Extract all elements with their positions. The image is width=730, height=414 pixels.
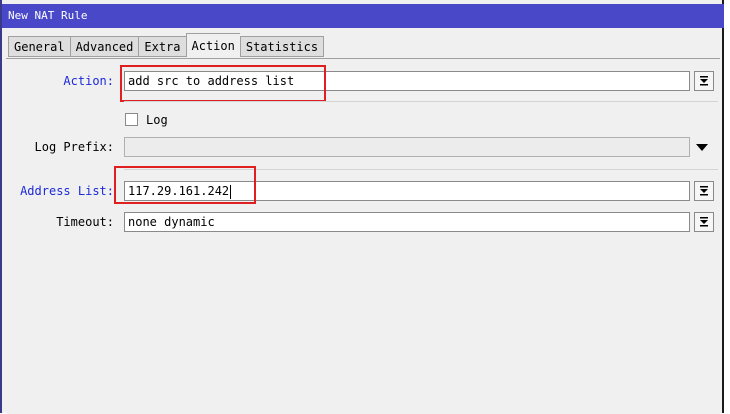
tab-action[interactable]: Action [185,33,240,57]
address-list-annotation-box [114,166,256,204]
tab-bar: General Advanced Extra Action Statistics [8,33,325,58]
action-dropdown-button[interactable] [694,71,714,91]
action-panel: Action: add src to address list Log Log … [6,58,720,414]
tab-statistics[interactable]: Statistics [239,36,325,57]
tab-advanced[interactable]: Advanced [69,36,139,57]
timeout-dropdown-button[interactable] [694,212,714,232]
dropdown-double-arrow-icon [700,76,708,86]
action-annotation-box [120,65,326,102]
dropdown-double-arrow-icon [700,217,708,227]
log-prefix-expand-button[interactable] [696,141,710,153]
timeout-select[interactable]: none dynamic [124,212,690,232]
log-prefix-label: Log Prefix: [34,140,114,154]
nat-rule-window: New NAT Rule General Advanced Extra Acti… [0,0,724,414]
action-label: Action: [63,74,114,88]
window-title: New NAT Rule [2,4,724,28]
tab-extra[interactable]: Extra [138,36,186,57]
triangle-down-icon [696,144,708,151]
separator [124,101,718,102]
log-prefix-input[interactable] [124,137,690,157]
tab-general[interactable]: General [8,36,70,57]
address-list-dropdown-button[interactable] [694,181,714,201]
dropdown-double-arrow-icon [700,186,708,196]
timeout-label: Timeout: [56,215,114,229]
address-list-label: Address List: [20,184,114,198]
log-checkbox[interactable] [125,113,138,126]
log-label: Log [146,113,168,127]
